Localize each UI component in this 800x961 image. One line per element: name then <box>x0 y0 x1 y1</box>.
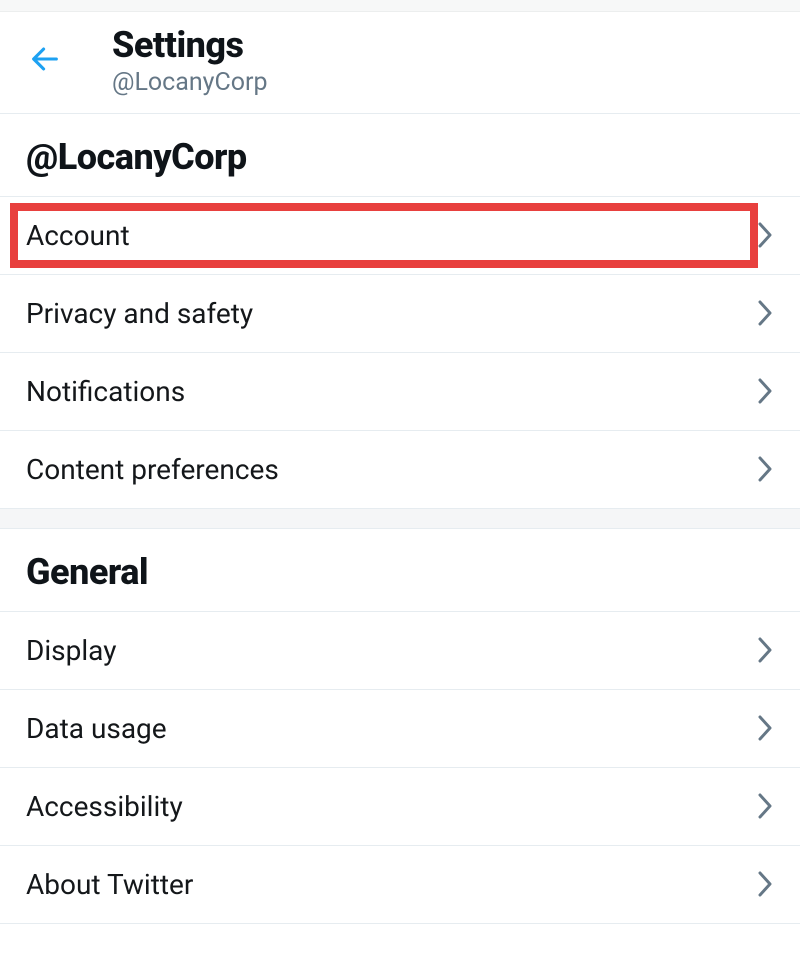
row-label: Display <box>26 634 116 667</box>
page-subtitle: @LocanyCorp <box>112 68 268 97</box>
page-title: Settings <box>112 26 268 66</box>
row-label: Data usage <box>26 712 167 745</box>
row-notifications[interactable]: Notifications <box>0 353 800 431</box>
row-content-preferences[interactable]: Content preferences <box>0 431 800 509</box>
section-title-general: General <box>26 551 774 593</box>
row-data-usage[interactable]: Data usage <box>0 690 800 768</box>
chevron-right-icon <box>756 791 774 821</box>
section-header-user: @LocanyCorp <box>0 114 800 197</box>
chevron-right-icon <box>756 869 774 899</box>
status-bar <box>0 0 800 12</box>
row-display[interactable]: Display <box>0 612 800 690</box>
chevron-right-icon <box>756 454 774 484</box>
header: Settings @LocanyCorp <box>0 12 800 114</box>
row-account[interactable]: Account <box>0 197 800 275</box>
row-label: Privacy and safety <box>26 297 253 330</box>
header-titles: Settings @LocanyCorp <box>112 26 268 97</box>
chevron-right-icon <box>756 298 774 328</box>
chevron-right-icon <box>756 635 774 665</box>
section-gap <box>0 509 800 529</box>
row-label: About Twitter <box>26 868 193 901</box>
chevron-right-icon <box>756 713 774 743</box>
row-accessibility[interactable]: Accessibility <box>0 768 800 846</box>
row-privacy-safety[interactable]: Privacy and safety <box>0 275 800 353</box>
row-label: Account <box>26 219 130 252</box>
row-label: Notifications <box>26 375 185 408</box>
row-label: Accessibility <box>26 790 183 823</box>
section-title-user: @LocanyCorp <box>26 136 774 178</box>
row-label: Content preferences <box>26 453 279 486</box>
back-button[interactable] <box>18 34 72 88</box>
chevron-right-icon <box>756 220 774 250</box>
row-about-twitter[interactable]: About Twitter <box>0 846 800 924</box>
section-header-general: General <box>0 529 800 612</box>
chevron-right-icon <box>756 376 774 406</box>
back-arrow-icon <box>28 42 62 80</box>
